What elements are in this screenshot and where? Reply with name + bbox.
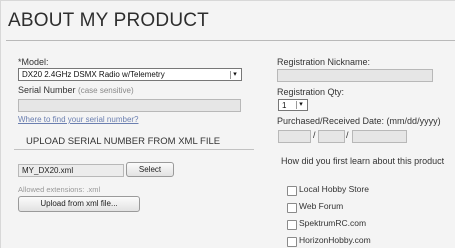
allowed-extensions-note: Allowed extensions: .xml	[18, 185, 101, 194]
model-select-value: DX20 2.4GHz DSMX Radio w/Telemetry	[22, 70, 165, 79]
option-horizonhobby: HorizonHobby.com	[299, 235, 371, 245]
learn-source-label: How did you first learn about this produ…	[281, 156, 445, 166]
upload-xml-button[interactable]: Upload from xml file...	[18, 196, 140, 212]
upload-section-title: UPLOAD SERIAL NUMBER FROM XML FILE	[26, 136, 221, 147]
date-month-input[interactable]	[278, 130, 311, 143]
page-title: ABOUT MY PRODUCT	[8, 10, 209, 31]
model-select[interactable]: DX20 2.4GHz DSMX Radio w/Telemetry ▾	[18, 68, 242, 81]
checkbox-icon[interactable]	[287, 237, 297, 247]
checkbox-icon[interactable]	[287, 186, 297, 196]
qty-label: Registration Qty:	[277, 87, 345, 97]
nickname-label: Registration Nickname:	[277, 57, 371, 67]
date-year-input[interactable]	[352, 130, 407, 143]
serial-case-note: (case sensitive)	[78, 86, 134, 95]
serial-label: Serial Number (case sensitive)	[18, 85, 134, 95]
serial-number-input[interactable]	[18, 99, 241, 112]
date-day-input[interactable]	[318, 130, 345, 143]
option-spektrumrc: SpektrumRC.com	[299, 218, 367, 228]
qty-select-value: 1	[282, 101, 287, 110]
nickname-input[interactable]	[277, 69, 433, 82]
option-local-hobby-store: Local Hobby Store	[299, 184, 369, 194]
xml-file-input[interactable]: MY_DX20.xml	[18, 164, 124, 177]
purchase-date-label: Purchased/Received Date: (mm/dd/yyyy)	[277, 116, 441, 126]
chevron-down-icon: ▾	[230, 71, 239, 79]
upload-divider	[14, 149, 254, 150]
date-separator: /	[313, 130, 316, 140]
title-divider	[6, 40, 455, 41]
date-separator: /	[346, 130, 349, 140]
chevron-down-icon: ▾	[296, 101, 305, 109]
checkbox-icon[interactable]	[287, 203, 297, 213]
model-label: *Model:	[18, 57, 49, 67]
select-file-button[interactable]: Select	[126, 162, 174, 177]
serial-label-text: Serial Number	[18, 85, 76, 95]
option-web-forum: Web Forum	[299, 201, 344, 211]
qty-select[interactable]: 1 ▾	[278, 99, 308, 111]
checkbox-icon[interactable]	[287, 220, 297, 230]
find-serial-link[interactable]: Where to find your serial number?	[18, 115, 139, 124]
